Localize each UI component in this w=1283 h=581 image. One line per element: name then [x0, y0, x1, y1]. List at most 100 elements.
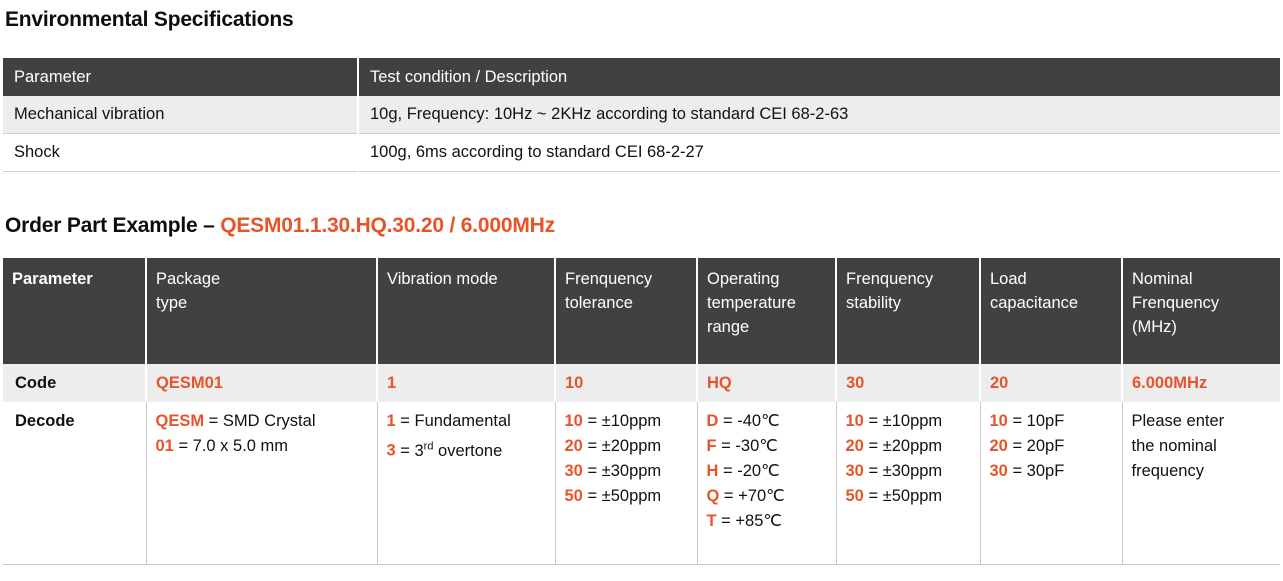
column-header-load-capacitance: Load capacitance — [980, 258, 1123, 364]
cell-parameter: Shock — [3, 133, 359, 172]
decode-line: 3 = 3rd overtone — [387, 434, 549, 464]
table-row: Shock 100g, 6ms according to standard CE… — [3, 133, 1280, 172]
decode-line: 30 = 30pF — [990, 459, 1116, 484]
note-line: frequency — [1131, 462, 1204, 480]
decode-frequency-tolerance: 10 = ±10ppm 20 = ±20ppm 30 = ±30ppm 50 = ±5… — [555, 402, 698, 565]
column-header-vibration-mode: Vibration mode — [377, 258, 556, 364]
decode-value: = SMD Crystal — [204, 412, 316, 430]
decode-value: = ±50ppm — [582, 487, 662, 505]
table-row: Mechanical vibration 10g, Frequency: 10H… — [3, 96, 1280, 134]
table-header-row: Parameter Test condition / Description — [3, 58, 1280, 96]
order-part-example-heading: Order Part Example – QESM01.1.30.HQ.30.2… — [5, 214, 555, 238]
decode-key: Q — [706, 487, 720, 505]
decode-value: = ±20ppm — [863, 437, 943, 455]
decode-line: 20 = 20pF — [990, 434, 1116, 459]
decode-value: = +70℃ — [719, 487, 785, 505]
decode-row: Decode QESM = SMD Crystal 01 = 7.0 x 5.0 … — [3, 402, 1280, 565]
decode-key: D — [706, 412, 719, 430]
code-package-type: QESM01 — [146, 364, 378, 402]
decode-key: QESM — [155, 412, 205, 430]
code-row: Code QESM01 1 10 HQ 30 20 6.000MHz — [3, 364, 1280, 402]
decode-key: 10 — [564, 412, 583, 430]
decode-line: 01 = 7.0 x 5.0 mm — [156, 434, 371, 459]
decode-key: 1 — [386, 412, 396, 430]
column-header-operating-temperature-range: Operating temperature range — [697, 258, 837, 364]
column-header-parameter: Parameter — [3, 258, 147, 364]
note-line: the nominal — [1131, 437, 1217, 455]
cell-parameter: Mechanical vibration — [3, 96, 359, 134]
code-nominal-frequency: 6.000MHz — [1122, 364, 1280, 402]
decode-load-capacitance: 10 = 10pF 20 = 20pF 30 = 30pF — [980, 402, 1123, 565]
decode-line: T = +85℃ — [707, 509, 830, 534]
decode-value: = 3rd overtone — [395, 440, 503, 460]
decode-key: 10 — [989, 412, 1008, 430]
decode-line: 20 = ±20ppm — [846, 434, 974, 459]
decode-key: 50 — [564, 487, 583, 505]
code-vibration-mode: 1 — [377, 364, 556, 402]
decode-line: 20 = ±20ppm — [565, 434, 691, 459]
decode-value: = -40℃ — [718, 412, 780, 430]
column-header-frequency-tolerance: Frenquency tolerance — [555, 258, 698, 364]
decode-nominal-frequency-note: Please enter the nominal frequency — [1122, 402, 1280, 565]
decode-value: = ±30ppm — [863, 462, 943, 480]
decode-line: 1 = Fundamental — [387, 409, 549, 434]
decode-value: = ±20ppm — [582, 437, 662, 455]
cell-description: 10g, Frequency: 10Hz ~ 2KHz according to… — [358, 96, 1280, 134]
code-frequency-stability: 30 — [836, 364, 981, 402]
decode-value: = 7.0 x 5.0 mm — [173, 437, 289, 455]
decode-key: 20 — [564, 437, 583, 455]
decode-line: 50 = ±50ppm — [565, 484, 691, 509]
cell-description: 100g, 6ms according to standard CEI 68-2… — [358, 133, 1280, 172]
decode-value: = 20pF — [1007, 437, 1065, 455]
decode-value: = ±10ppm — [863, 412, 943, 430]
decode-key: F — [706, 437, 717, 455]
decode-value: = 30pF — [1007, 462, 1065, 480]
decode-line: 50 = ±50ppm — [846, 484, 974, 509]
row-label-decode: Decode — [3, 402, 147, 565]
code-frequency-tolerance: 10 — [555, 364, 698, 402]
column-header-frequency-stability: Frenquency stability — [836, 258, 981, 364]
decode-value: = 10pF — [1007, 412, 1065, 430]
decode-key: 20 — [989, 437, 1008, 455]
note-line: Please enter — [1131, 412, 1225, 430]
decode-key: H — [706, 462, 719, 480]
decode-key: 01 — [155, 437, 174, 455]
decode-key: 30 — [845, 462, 864, 480]
decode-line: 30 = ±30ppm — [565, 459, 691, 484]
decode-key: 30 — [564, 462, 583, 480]
code-load-capacitance: 20 — [980, 364, 1123, 402]
environmental-specifications-heading: Environmental Specifications — [5, 8, 294, 31]
environmental-specifications-table: Parameter Test condition / Description M… — [3, 58, 1280, 172]
decode-key: 30 — [989, 462, 1008, 480]
decode-line: Q = +70℃ — [707, 484, 830, 509]
decode-line: 30 = ±30ppm — [846, 459, 974, 484]
decode-line: 10 = ±10ppm — [565, 409, 691, 434]
decode-key: T — [706, 512, 717, 530]
decode-frequency-stability: 10 = ±10ppm 20 = ±20ppm 30 = ±30ppm 50 = ±5… — [836, 402, 981, 565]
decode-line: D = -40℃ — [707, 409, 830, 434]
order-heading-prefix: Order Part Example – — [5, 214, 221, 237]
decode-value: = +85℃ — [716, 512, 782, 530]
column-header-nominal-frequency: Nominal Frenquency (MHz) — [1122, 258, 1280, 364]
decode-key: 20 — [845, 437, 864, 455]
order-part-example-table: Parameter Package type Vibration mode Fre… — [3, 258, 1280, 565]
decode-line: F = -30℃ — [707, 434, 830, 459]
table-header-row: Parameter Package type Vibration mode Fre… — [3, 258, 1280, 364]
decode-operating-temperature-range: D = -40℃ F = -30℃ H = -20℃ Q = +70℃ T = +85℃ — [697, 402, 837, 565]
column-header-test-condition: Test condition / Description — [358, 58, 1280, 96]
decode-value: = -30℃ — [716, 437, 778, 455]
decode-value: = ±50ppm — [863, 487, 943, 505]
decode-package-type: QESM = SMD Crystal 01 = 7.0 x 5.0 mm — [146, 402, 378, 565]
decode-key: 10 — [845, 412, 864, 430]
decode-vibration-mode: 1 = Fundamental 3 = 3rd overtone — [377, 402, 556, 565]
decode-line: H = -20℃ — [707, 459, 830, 484]
decode-value: = ±10ppm — [582, 412, 662, 430]
decode-line: QESM = SMD Crystal — [156, 409, 371, 434]
decode-line: 10 = ±10ppm — [846, 409, 974, 434]
decode-value: = Fundamental — [395, 412, 511, 430]
decode-line: 10 = 10pF — [990, 409, 1116, 434]
decode-key: 3 — [386, 441, 396, 460]
column-header-package-type: Package type — [146, 258, 378, 364]
code-operating-temperature-range: HQ — [697, 364, 837, 402]
decode-value: = ±30ppm — [582, 462, 662, 480]
